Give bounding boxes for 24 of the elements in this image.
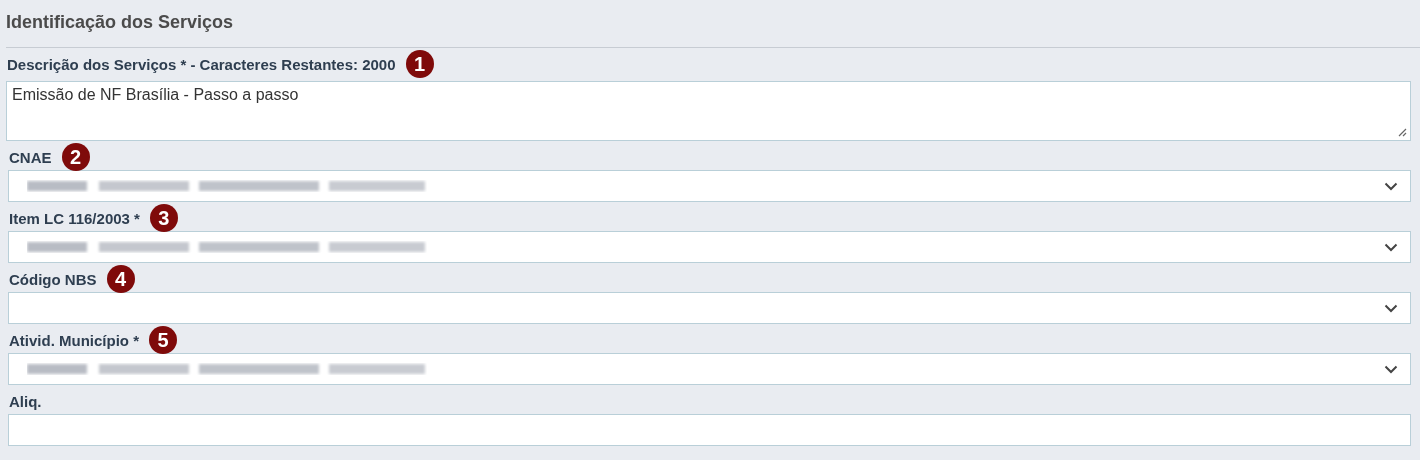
field-label: CNAE [8,148,52,166]
resize-grip-icon[interactable] [1397,127,1407,137]
chevron-down-icon [1384,364,1398,374]
chevron-down-icon [1384,181,1398,191]
field-value: Emissão de NF Brasília - Passo a passo [12,86,299,103]
dropdown-field[interactable] [8,170,1411,202]
field-label: Código NBS [8,270,97,288]
dropdown-field[interactable] [8,292,1411,324]
step-marker: 1 [405,50,434,78]
description-field[interactable]: Emissão de NF Brasília - Passo a passo [6,81,1411,141]
field-label: Descrição dos Serviços * - Caracteres Restantes: 2000 [6,55,396,73]
section-title: Identificação dos Serviços [6,12,235,34]
field-label: Item LC 116/2003 * [8,209,140,227]
field-label: Ativid. Município * [8,331,139,349]
field-label: Aliq. [8,392,42,410]
step-marker: 3 [149,204,178,232]
step-marker: 4 [106,265,135,293]
step-marker: 5 [149,326,177,354]
dropdown-field[interactable] [8,353,1411,385]
step-marker: 2 [61,143,90,171]
dropdown-field[interactable] [8,231,1411,263]
chevron-down-icon [1384,303,1398,313]
input-field[interactable] [8,414,1411,446]
chevron-down-icon [1384,242,1398,252]
